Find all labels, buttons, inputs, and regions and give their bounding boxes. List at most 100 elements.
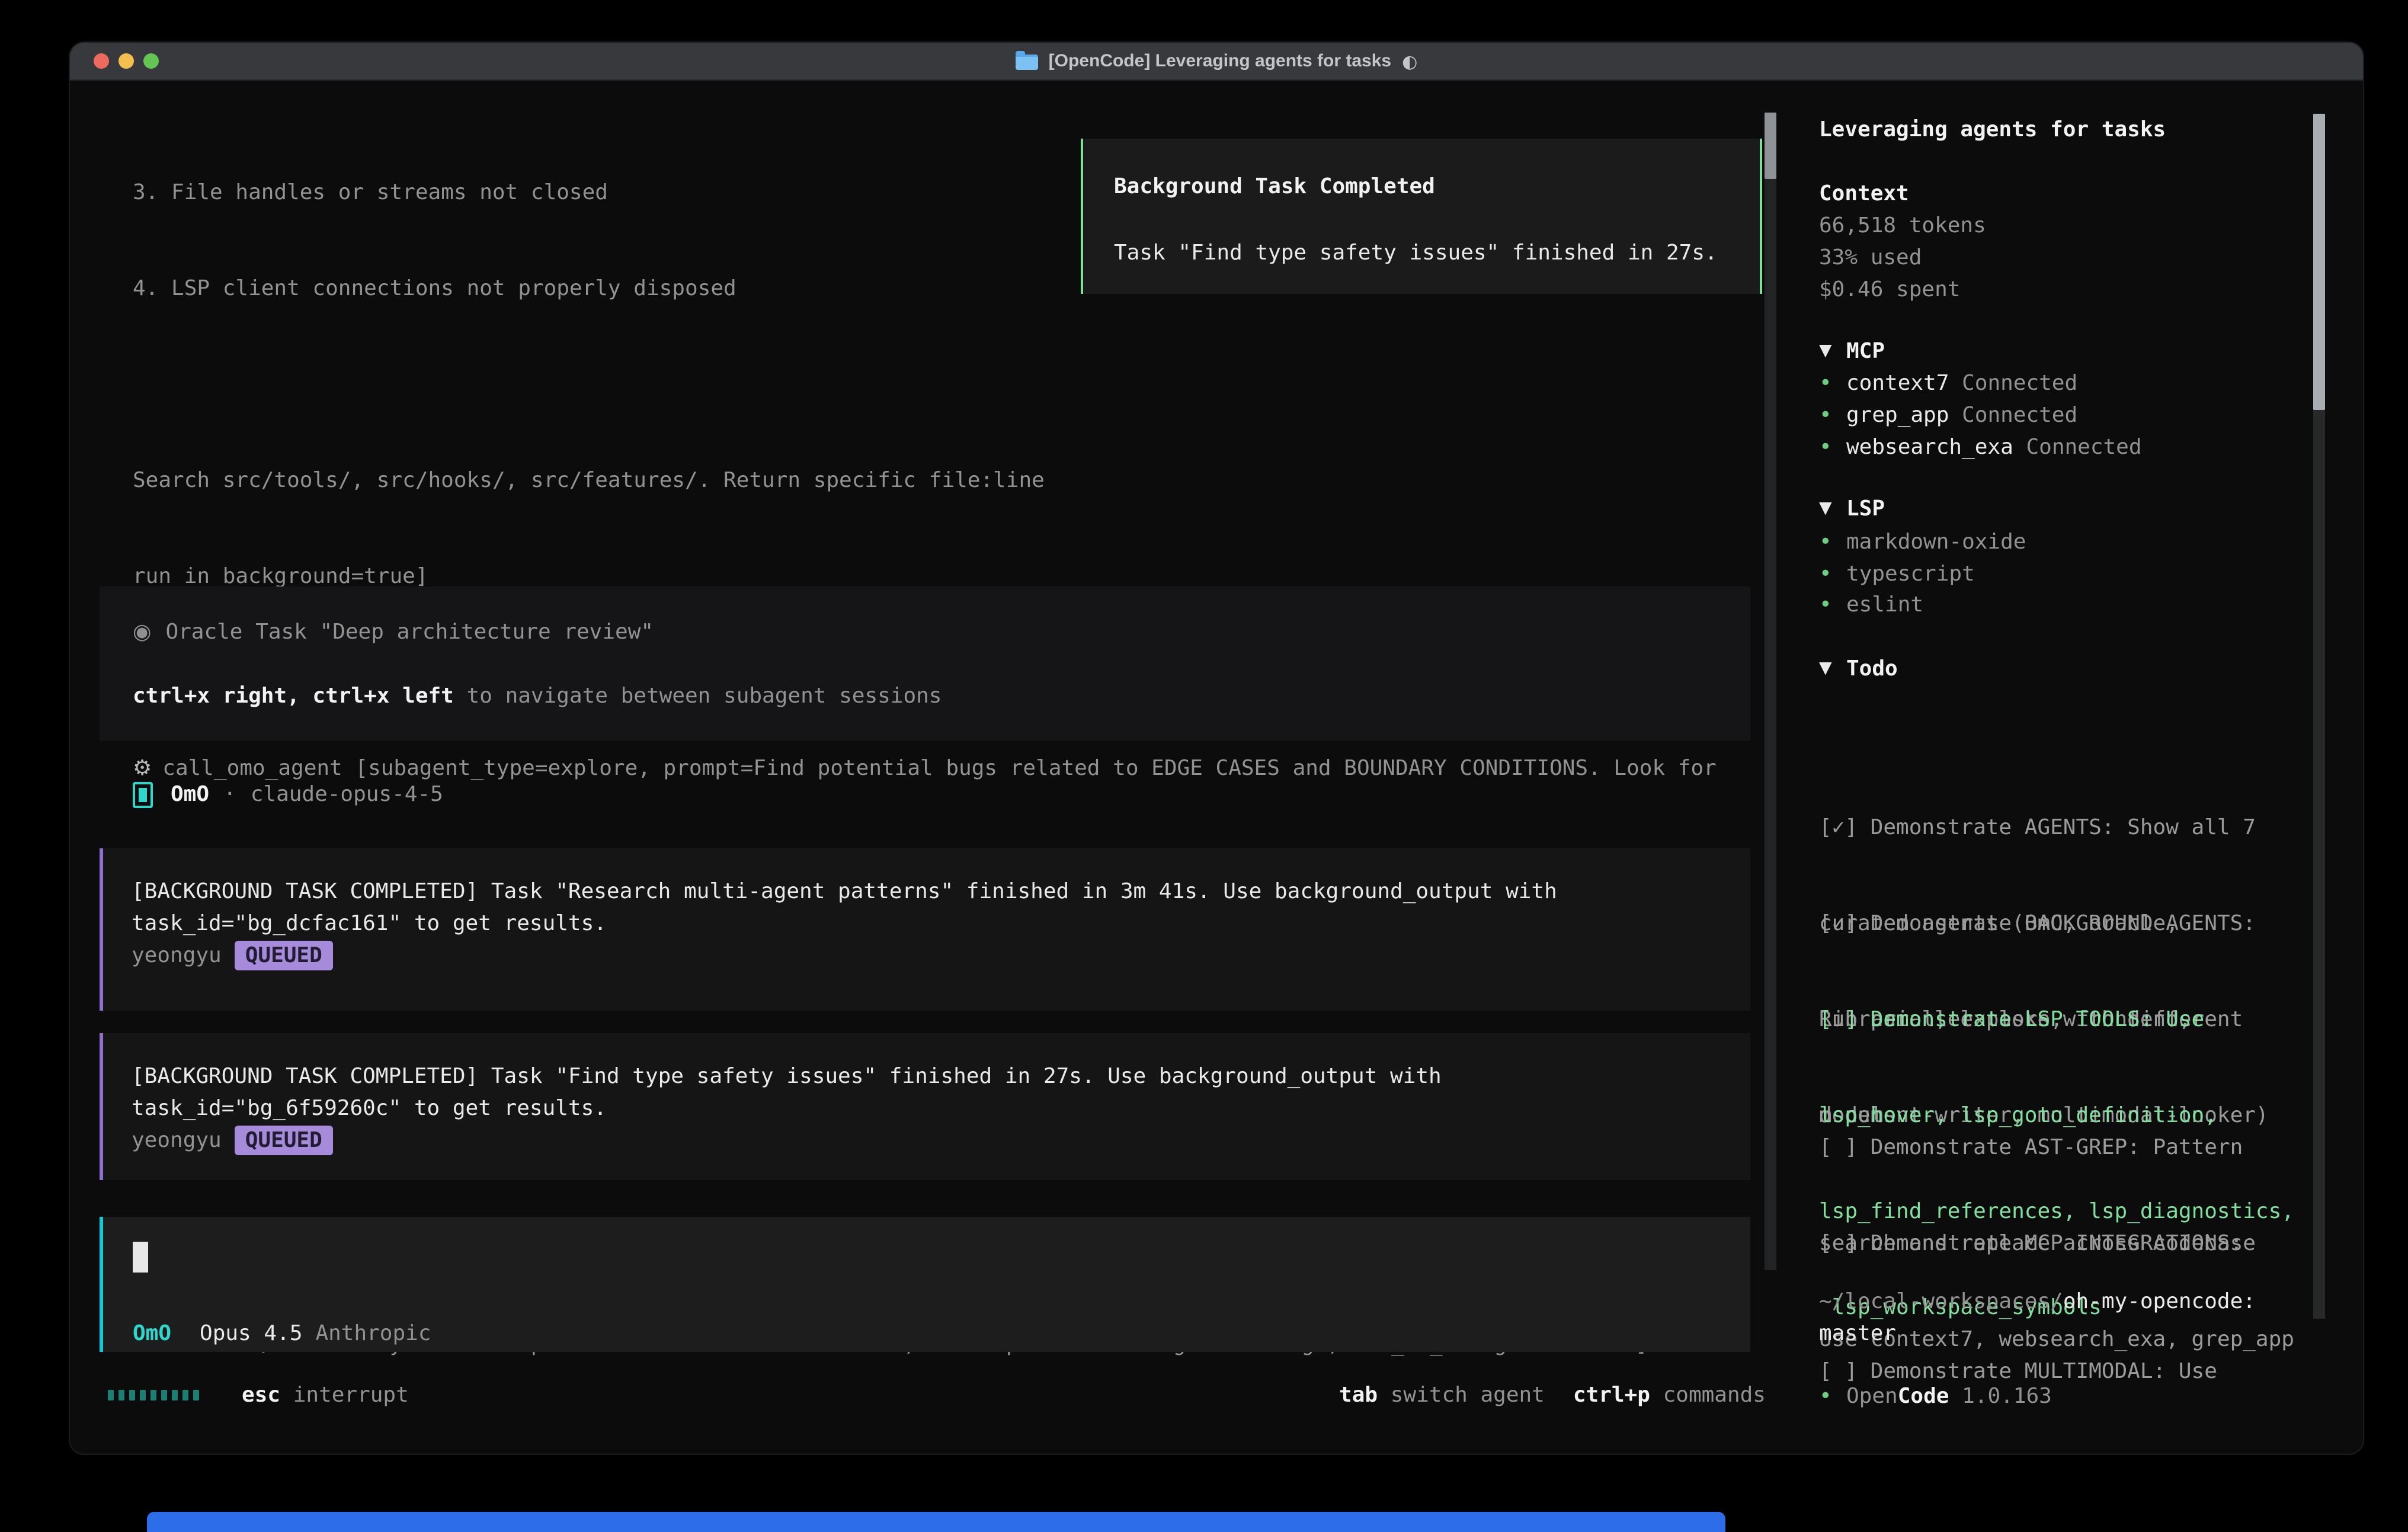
green-dot-icon: • [1819, 431, 1846, 463]
mcp-section-header[interactable]: ▼MCP [1819, 335, 1885, 367]
lsp-item: •typescript [1819, 558, 1975, 590]
folder-icon [1016, 55, 1038, 70]
text-cursor [133, 1242, 148, 1273]
context-tokens: 66,518 tokens [1819, 210, 1986, 242]
close-button[interactable] [94, 53, 109, 69]
task-text-line: task_id="bg_dcfac161" to get results. [132, 908, 1750, 940]
context-used: 33% used [1819, 242, 1922, 274]
lsp-name: eslint [1846, 589, 1923, 621]
todo-item-active: [ ] Demonstrate LSP TOOLS: Use lsp_hover… [1819, 940, 2294, 972]
mcp-item: •websearch_exa Connected [1819, 431, 2142, 463]
background-task-message: [BACKGROUND TASK COMPLETED] Task "Find t… [100, 1033, 1750, 1180]
mcp-name: context7 [1846, 367, 1949, 399]
main-scrollbar[interactable] [1765, 113, 1776, 1270]
mcp-name: websearch_exa [1846, 431, 2013, 463]
agent-separator: · [223, 778, 236, 810]
green-dot-icon: • [1819, 589, 1846, 621]
app-version: •OpenCode 1.0.163 [1819, 1380, 2052, 1412]
todo-item-done: [✓] Demonstrate AGENTS: Show all 7 curat… [1819, 748, 2294, 780]
task-user: yeongyu [132, 943, 222, 968]
workspace-branch: master [1819, 1318, 1896, 1350]
status-bar: esc interrupt tab switch agent ctrl+p co… [108, 1379, 1766, 1411]
scrollback-line: Search src/tools/, src/hooks/, src/featu… [133, 464, 1717, 496]
tab-key-label: switch agent [1391, 1379, 1545, 1411]
lsp-name: markdown-oxide [1846, 526, 2026, 558]
chevron-down-icon: ▼ [1819, 653, 1846, 685]
minimize-button[interactable] [119, 53, 134, 69]
ctrlp-key-label: commands [1663, 1379, 1766, 1411]
agent-icon [133, 781, 153, 807]
notification-body: Task "Find type safety issues" finished … [1114, 237, 1760, 269]
mcp-status: Connected [1962, 399, 2077, 431]
context-spent: $0.46 spent [1819, 274, 1960, 306]
input-agent-name: OmO [133, 1321, 171, 1346]
terminal-window: [OpenCode] Leveraging agents for tasks ◐… [70, 43, 2363, 1454]
notification-title: Background Task Completed [1114, 171, 1760, 203]
green-dot-icon: • [1819, 1380, 1846, 1412]
terminal-body: 3. File handles or streams not closed 4.… [70, 81, 2363, 1454]
todo-line: [✓] Demonstrate AGENTS: Show all 7 [1819, 812, 2294, 844]
context-heading: Context [1819, 178, 1909, 210]
esc-key-hint: esc [242, 1379, 280, 1411]
oracle-task-label: Oracle Task "Deep architecture review" [165, 620, 654, 645]
status-badge: QUEUED [235, 941, 333, 970]
screen: [OpenCode] Leveraging agents for tasks ◐… [0, 0, 2408, 1532]
window-title-text: [OpenCode] Leveraging agents for tasks [1049, 51, 1391, 71]
window-title: [OpenCode] Leveraging agents for tasks ◐ [1016, 50, 1418, 72]
agent-header: OmO · claude-opus-4-5 [133, 778, 443, 810]
status-badge: QUEUED [235, 1126, 333, 1155]
workspace-repo: oh-my-opencode: [2063, 1289, 2256, 1314]
agent-name: OmO [171, 778, 209, 810]
mcp-item: •context7 Connected [1819, 367, 2077, 399]
session-title: Leveraging agents for tasks [1819, 114, 2166, 146]
tab-key-hint: tab [1339, 1379, 1378, 1411]
mcp-status: Connected [2026, 431, 2141, 463]
sidebar-scrollbar[interactable] [2313, 114, 2325, 1319]
task-text-line: [BACKGROUND TASK COMPLETED] Task "Resear… [132, 876, 1750, 908]
oracle-task-box: ◉Oracle Task "Deep architecture review" … [100, 586, 1750, 741]
mcp-item: •grep_app Connected [1819, 399, 2077, 431]
title-bar[interactable]: [OpenCode] Leveraging agents for tasks ◐ [70, 43, 2363, 81]
agent-model: claude-opus-4-5 [251, 778, 443, 810]
workspace-path: ~/local-workspaces/oh-my-opencode: [1819, 1286, 2256, 1318]
todo-line: [ ] Demonstrate MCP INTEGRATIONS: [1819, 1227, 2294, 1259]
spinner-dots-icon [108, 1390, 199, 1400]
background-task-notification[interactable]: Background Task Completed Task "Find typ… [1081, 139, 1762, 294]
input-model-provider: Anthropic [315, 1321, 431, 1346]
background-task-message: [BACKGROUND TASK COMPLETED] Task "Resear… [100, 848, 1750, 1011]
hint-text: to navigate between subagent sessions [454, 684, 942, 709]
esc-key-label: interrupt [293, 1379, 409, 1411]
background-window-edge [147, 1512, 1725, 1532]
todo-item-done: [✓] Demonstrate BACKGROUND AGENTS: Run p… [1819, 844, 2294, 876]
activity-half-circle-icon: ◐ [1402, 50, 1417, 72]
chevron-down-icon: ▼ [1819, 335, 1846, 367]
input-model-version: Opus 4.5 [200, 1321, 302, 1346]
hint-keys: ctrl+x right, ctrl+x left [133, 684, 454, 709]
ctrlp-key-hint: ctrl+p [1573, 1379, 1650, 1411]
zoom-button[interactable] [143, 53, 159, 69]
mcp-name: grep_app [1846, 399, 1949, 431]
main-scrollbar-thumb[interactable] [1765, 113, 1776, 179]
oracle-session-icon: ◉ [133, 616, 151, 648]
version-prefix: Open [1846, 1380, 1898, 1412]
task-text-line: task_id="bg_6f59260c" to get results. [132, 1092, 1750, 1124]
todo-line: [ ] Demonstrate AST-GREP: Pattern [1819, 1132, 2294, 1164]
prompt-input[interactable]: OmO Opus 4.5 Anthropic [100, 1217, 1750, 1352]
model-row: OmO Opus 4.5 Anthropic [133, 1318, 431, 1350]
sidebar-scrollbar-thumb[interactable] [2313, 114, 2325, 410]
workspace-path-dim: ~/local-workspaces/ [1819, 1289, 2063, 1314]
green-dot-icon: • [1819, 558, 1846, 590]
green-dot-icon: • [1819, 526, 1846, 558]
lsp-item: •markdown-oxide [1819, 526, 2026, 558]
lsp-name: typescript [1846, 558, 1975, 590]
lsp-item: •eslint [1819, 589, 1923, 621]
version-number: 1.0.163 [1962, 1380, 2052, 1412]
status-right: tab switch agent ctrl+p commands [1339, 1379, 1766, 1411]
todo-heading-label: Todo [1846, 653, 1898, 685]
todo-section-header[interactable]: ▼Todo [1819, 653, 1898, 685]
green-dot-icon: • [1819, 399, 1846, 431]
todo-line: [✓] Demonstrate BACKGROUND AGENTS: [1819, 908, 2294, 940]
lsp-heading-label: LSP [1846, 493, 1885, 525]
lsp-section-header[interactable]: ▼LSP [1819, 493, 1885, 525]
status-left: esc interrupt [108, 1379, 409, 1411]
